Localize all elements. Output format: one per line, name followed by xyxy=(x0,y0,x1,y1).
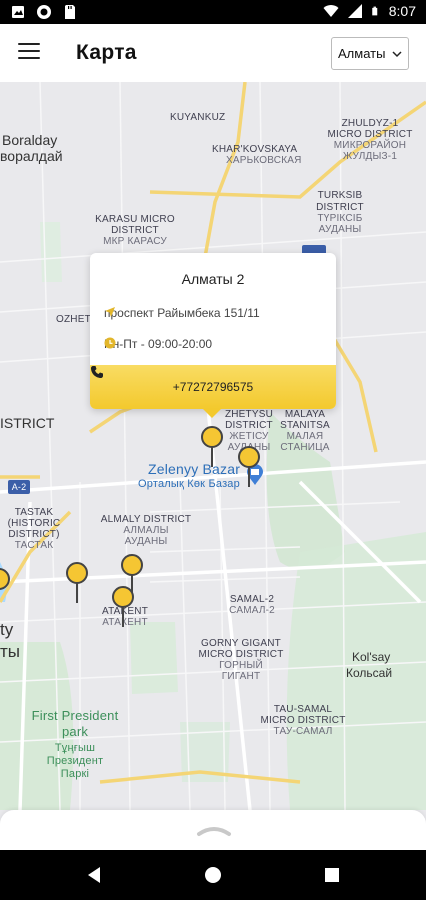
popup-phone-number: +77272796575 xyxy=(172,380,254,394)
label-turksib-4: АУДАНЫ xyxy=(318,224,362,235)
sd-card-icon xyxy=(65,5,75,19)
label-bazar-kz: Орталық Көк Базар xyxy=(138,478,240,490)
recents-icon[interactable] xyxy=(322,865,342,885)
status-time: 8:07 xyxy=(388,3,416,19)
system-nav-bar xyxy=(0,850,426,900)
popup-address-row: проспект Райымбека 151/11 xyxy=(104,306,260,320)
label-bazar-en: Zelenyy Bazar xyxy=(148,461,241,477)
label-samal-1: SAMAL-2 xyxy=(229,594,275,605)
back-icon[interactable] xyxy=(84,865,104,885)
popup-tail xyxy=(202,408,222,418)
label-malaya-4: СТАНИЦА xyxy=(280,442,330,453)
label-samal-2: САМАЛ-2 xyxy=(229,605,275,616)
label-park-5: Паркі xyxy=(60,768,90,780)
label-city-partial-1: ty xyxy=(0,620,14,639)
label-zhuldyz-3: МИКРОРАЙОН xyxy=(333,140,407,151)
popup-address: проспект Райымбека 151/11 xyxy=(104,306,260,320)
chevron-down-icon xyxy=(392,51,402,58)
store-pin[interactable] xyxy=(238,446,262,490)
label-tastak-1: TASTAK xyxy=(14,507,54,518)
label-park-2: park xyxy=(61,724,89,739)
label-karasu-1: KARASU MICRO xyxy=(95,214,175,225)
label-park-1: First President xyxy=(31,708,119,723)
wifi-icon xyxy=(323,5,339,17)
popup-phone-button[interactable]: +77272796575 xyxy=(90,365,336,409)
label-zhetysu-2: DISTRICT xyxy=(225,420,273,431)
label-gorny-1: GORNY GIGANT xyxy=(200,638,281,649)
popup-hours-row: Пн-Пт - 09:00-20:00 xyxy=(104,337,212,351)
label-tausamal-2: MICRO DISTRICT xyxy=(260,715,346,726)
store-pin[interactable] xyxy=(0,568,12,612)
record-icon xyxy=(37,5,51,19)
label-malaya-2: STANITSA xyxy=(280,420,330,431)
page-title: Карта xyxy=(76,41,137,64)
hamburger-menu-icon[interactable] xyxy=(18,43,40,61)
label-zhetysu-1: ZHETYSU xyxy=(224,409,274,420)
label-boralday-en: Boralday xyxy=(2,132,58,148)
status-bar: 8:07 xyxy=(0,0,426,24)
label-park-3: Тұңғыш xyxy=(54,742,96,754)
label-gorny-4: ГИГАНТ xyxy=(221,671,261,682)
label-almaly-3: АУДАНЫ xyxy=(124,536,168,547)
label-karasu-2: DISTRICT xyxy=(111,225,159,236)
app-bar: Карта Алматы xyxy=(0,24,426,82)
store-pin-almaty-2[interactable] xyxy=(201,426,225,470)
label-tausamal-3: ТАУ-САМАЛ xyxy=(273,726,333,737)
label-kharkovskaya-en: KHAR'KOVSKAYA xyxy=(212,144,298,155)
label-tastak-2: (HISTORIC xyxy=(7,518,61,529)
label-karasu-3: МКР КАРАСУ xyxy=(103,236,167,247)
chevron-up-icon xyxy=(197,827,231,836)
label-tastak-4: ТАСТАК xyxy=(14,540,54,551)
city-select[interactable]: Алматы xyxy=(331,37,409,70)
popup-hours: Пн-Пт - 09:00-20:00 xyxy=(104,337,213,351)
label-turksib-1: TURKSIB xyxy=(317,190,363,201)
label-zhuldyz-2: MICRO DISTRICT xyxy=(327,129,413,140)
label-kuyankuz: KUYANKUZ xyxy=(170,112,226,123)
label-park-4: Президент xyxy=(46,755,104,767)
label-ozhet: OZHET xyxy=(56,314,91,325)
map[interactable]: KUYANKUZ Boralday ворaлдай KHAR'KOVSKAYA… xyxy=(0,82,426,810)
store-pin[interactable] xyxy=(66,562,90,606)
label-turksib-2: DISTRICT xyxy=(316,202,364,213)
clock-icon xyxy=(104,337,116,349)
navigation-arrow-icon xyxy=(105,307,115,317)
label-zhuldyz-4: ЖУЛДЫЗ-1 xyxy=(342,151,398,162)
label-malaya-3: МАЛАЯ xyxy=(286,431,324,442)
label-malaya-1: MALAYA xyxy=(284,409,326,420)
store-pin[interactable] xyxy=(112,586,136,630)
label-a2: A-2 xyxy=(11,482,27,492)
label-kharkovskaya-ru: ХАРЬКОВСКАЯ xyxy=(226,155,302,166)
signal-icon xyxy=(347,4,362,18)
label-almaly-2: АЛМАЛЫ xyxy=(123,525,169,536)
label-zhuldyz-1: ZHULDYZ-1 xyxy=(341,118,399,129)
store-info-popup: Алматы 2 проспект Райымбека 151/11 Пн-Пт… xyxy=(90,253,336,418)
label-almaly-1: ALMALY DISTRICT xyxy=(100,514,192,525)
label-gorny-2: MICRO DISTRICT xyxy=(198,649,284,660)
home-icon[interactable] xyxy=(203,865,223,885)
label-city-partial-2: ты xyxy=(0,642,21,661)
gallery-icon xyxy=(12,6,24,18)
label-turksib-3: ТҮРІКСІБ xyxy=(317,213,363,224)
bottom-sheet-handle[interactable] xyxy=(0,810,426,850)
label-tausamal-1: TAU-SAMAL xyxy=(273,704,333,715)
battery-icon xyxy=(372,6,377,16)
label-district-left: ISTRICT xyxy=(0,415,55,431)
city-select-value: Алматы xyxy=(338,46,386,61)
label-kolsay-2: Кольсай xyxy=(346,666,393,680)
label-kolsay-1: Kol'say xyxy=(352,650,391,664)
phone-icon xyxy=(91,366,103,378)
label-tastak-3: DISTRICT) xyxy=(8,529,60,540)
label-boralday-ru: ворaлдай xyxy=(0,148,63,164)
label-gorny-3: ГОРНЫЙ xyxy=(219,660,263,671)
popup-title: Алматы 2 xyxy=(181,271,245,287)
label-zhetysu-3: ЖЕТІСУ xyxy=(229,431,269,442)
